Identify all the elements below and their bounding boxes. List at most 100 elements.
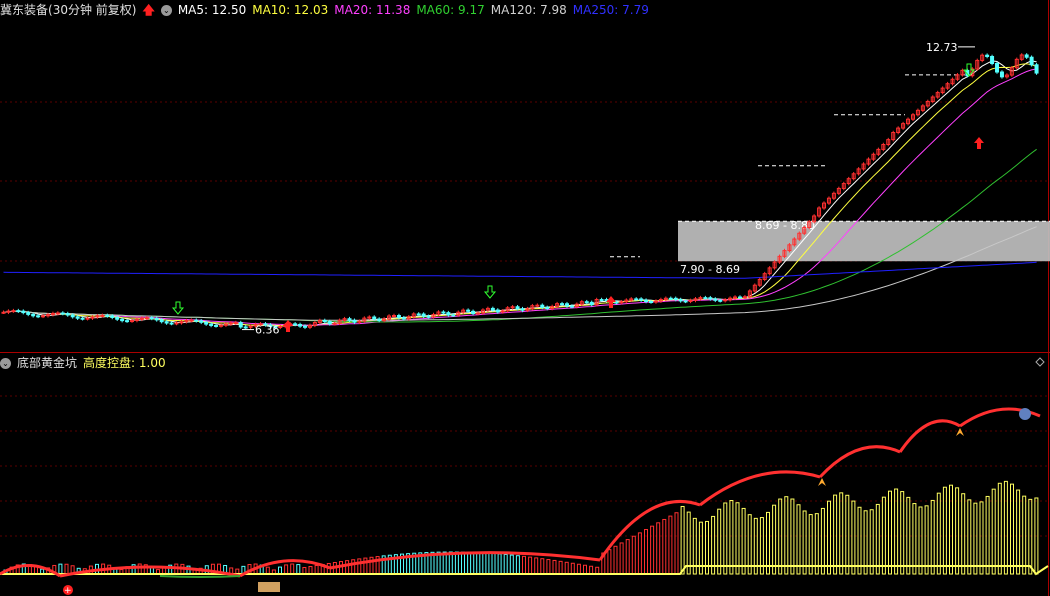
candle-body [174, 322, 179, 325]
indicator-bar [552, 559, 557, 575]
indicator-bar [278, 566, 282, 575]
red-arc [898, 419, 961, 453]
candle-body [995, 63, 1000, 73]
chart-canvas: 8.69 - 8.807.90 - 8.69 12.73 6.36 + [0, 0, 1050, 596]
candle-body [120, 318, 125, 322]
candle-body [105, 314, 110, 317]
ma5-label: MA5: 12.50 [177, 3, 247, 17]
indicator-bar [58, 563, 63, 575]
candle-body [233, 322, 238, 325]
indicator-bar [814, 513, 819, 575]
candle-body [668, 297, 673, 300]
indicator-bar [1010, 483, 1014, 575]
candle-body [31, 313, 36, 317]
candle-body [569, 305, 574, 308]
candle-body [199, 320, 204, 323]
indicator-bar [942, 486, 947, 575]
indicator-bar [881, 496, 886, 575]
candle-body [303, 325, 308, 328]
indicator-bar [802, 510, 807, 575]
indicator-bar [540, 558, 545, 575]
candle-body [723, 299, 728, 302]
candle-body [347, 318, 352, 321]
candle-body [169, 322, 174, 325]
indicator-bar [497, 553, 502, 575]
candle-body [293, 323, 298, 326]
candle-body [441, 311, 446, 314]
candle-body [639, 298, 644, 301]
indicator-param: 高度控盘: 1.00 [83, 356, 166, 370]
chevron-down-icon[interactable]: ⌄ [0, 358, 11, 369]
indicator-bar [296, 564, 301, 575]
indicator-bar [570, 562, 575, 575]
ma250-label: MA250: 7.79 [572, 3, 649, 17]
indicator-bar [290, 563, 295, 575]
moving-average-lines [3, 60, 1037, 327]
indicator-bar [454, 551, 459, 575]
indicator-bar [674, 512, 679, 575]
indicator-bar [662, 518, 667, 575]
indicator-bar [723, 502, 728, 575]
indicator-bar [607, 549, 612, 575]
candle-body [673, 297, 678, 301]
indicator-bar [741, 507, 746, 575]
candle-body [243, 326, 248, 329]
up-arrow-icon [974, 137, 984, 149]
candle-body [65, 313, 70, 316]
candle-body [515, 306, 520, 310]
indicator-bars [3, 480, 1039, 575]
indicator-bar [967, 499, 972, 575]
boat-icon [258, 582, 280, 592]
candle-body [238, 322, 243, 328]
candle-body [703, 297, 708, 300]
candle-body [396, 314, 401, 319]
candle-body [589, 301, 594, 306]
down-arrow-icon [483, 285, 497, 299]
candle-body [36, 315, 41, 318]
indicator-bar [997, 482, 1002, 575]
indicator-bar [564, 561, 569, 575]
indicator-bar [827, 500, 831, 575]
indicator-bar [595, 566, 600, 575]
candle-body [985, 54, 990, 57]
candle-body [55, 312, 60, 315]
candle-body [298, 323, 303, 327]
candle-body [599, 299, 604, 302]
indicator-bar [784, 496, 789, 575]
candle-body [372, 316, 377, 320]
candle-body [560, 303, 565, 306]
chevron-down-icon[interactable]: ⌄ [160, 5, 172, 16]
candle-body [322, 319, 327, 323]
indicator-bar [906, 496, 911, 575]
candle-body [214, 324, 219, 327]
ma20-label: MA20: 11.38 [334, 3, 411, 17]
indicator-bar [790, 498, 795, 575]
indicator-bar [845, 494, 850, 575]
indicator-bar [515, 555, 520, 575]
candle-body [1029, 56, 1034, 66]
up-arrow-icon[interactable]: 🡅 [142, 3, 154, 17]
indicator-bar [1003, 480, 1008, 575]
indicator-grid [0, 357, 1050, 537]
indicator-bar [1028, 498, 1033, 575]
indicator-bar [991, 488, 996, 575]
candle-body [189, 319, 194, 322]
indicator-bar [717, 508, 722, 575]
indicator-bar [583, 564, 587, 575]
low-label: 6.36 [255, 324, 280, 337]
indicator-bar [961, 493, 966, 575]
candle-body [391, 314, 396, 317]
indicator-bar [314, 564, 319, 575]
indicator-bar [613, 545, 618, 575]
red-arc [699, 470, 821, 507]
indicator-bar [308, 565, 313, 575]
indicator-bar [833, 494, 838, 575]
indicator-bar [137, 563, 142, 575]
indicator-bar [735, 502, 740, 575]
candle-body [110, 315, 115, 318]
candle-body [115, 316, 120, 320]
up-arrow-icon [283, 320, 293, 332]
indicator-bar [534, 557, 539, 575]
green-arc [159, 575, 241, 578]
diamond-icon [1035, 357, 1045, 367]
